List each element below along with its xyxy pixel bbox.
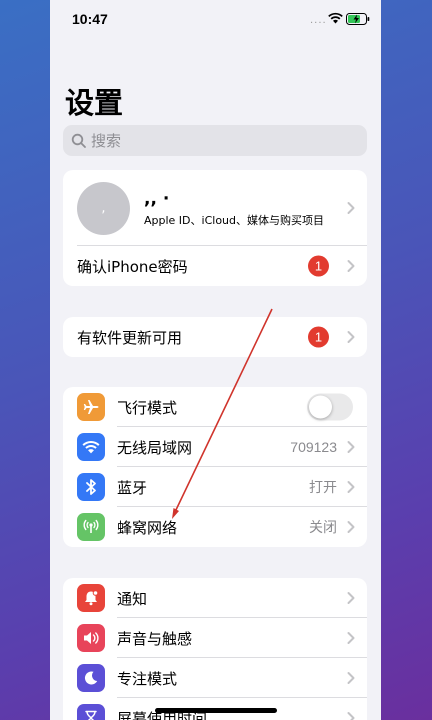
search-placeholder: 搜索	[91, 132, 122, 150]
chevron-right-icon	[347, 331, 355, 343]
account-group: , ,, · Apple ID、iCloud、媒体与购买项目 确认iPhone密…	[63, 170, 367, 286]
sounds-haptics-row[interactable]: 声音与触感	[63, 618, 367, 658]
wifi-icon	[77, 433, 105, 461]
wifi-label: 无线局域网	[117, 438, 193, 457]
search-input[interactable]: 搜索	[63, 125, 367, 156]
focus-row[interactable]: 专注模式	[63, 658, 367, 698]
airplane-mode-row[interactable]: 飞行模式	[63, 387, 367, 427]
chevron-right-icon	[347, 202, 355, 214]
cellular-icon	[77, 513, 105, 541]
wifi-row[interactable]: 无线局域网 709123	[63, 427, 367, 467]
bluetooth-row[interactable]: 蓝牙 打开	[63, 467, 367, 507]
home-indicator[interactable]	[155, 708, 277, 713]
avatar: ,	[77, 181, 130, 235]
airplane-icon	[77, 393, 105, 421]
moon-icon	[77, 664, 105, 692]
bell-icon	[77, 584, 105, 612]
sounds-haptics-label: 声音与触感	[117, 629, 193, 648]
chevron-right-icon	[347, 441, 355, 453]
cellular-row[interactable]: 蜂窝网络 关闭	[63, 507, 367, 547]
software-update-label: 有软件更新可用	[77, 328, 183, 347]
chevron-right-icon	[347, 521, 355, 533]
chevron-right-icon	[347, 632, 355, 644]
airplane-mode-label: 飞行模式	[117, 398, 178, 417]
notifications-row[interactable]: 通知	[63, 578, 367, 618]
wifi-value: 709123	[290, 439, 337, 455]
profile-subtitle: Apple ID、iCloud、媒体与购买项目	[144, 213, 325, 227]
chevron-right-icon	[347, 592, 355, 604]
speaker-icon	[77, 624, 105, 652]
chevron-right-icon	[347, 672, 355, 684]
chevron-right-icon	[347, 712, 355, 720]
notifications-group: 通知 声音与触感 专注模式 屏幕使用时间	[63, 578, 367, 720]
page-title: 设置	[65, 86, 124, 120]
cellular-value: 关闭	[309, 519, 337, 535]
search-icon	[71, 133, 86, 148]
bluetooth-label: 蓝牙	[117, 478, 148, 497]
confirm-iphone-password-row[interactable]: 确认iPhone密码 1	[63, 246, 367, 286]
cellular-label: 蜂窝网络	[117, 518, 178, 537]
bluetooth-value: 打开	[309, 479, 337, 495]
status-time: 10:47	[72, 11, 108, 27]
focus-label: 专注模式	[117, 669, 178, 688]
battery-charging-icon	[346, 13, 370, 25]
connectivity-group: 飞行模式 无线局域网 709123 蓝牙 打开 蜂窝网络 关闭	[63, 387, 367, 547]
avatar-text: ,	[101, 200, 106, 216]
bluetooth-icon	[77, 473, 105, 501]
confirm-password-label: 确认iPhone密码	[77, 257, 188, 276]
apple-id-row[interactable]: , ,, · Apple ID、iCloud、媒体与购买项目	[63, 170, 367, 246]
update-badge: 1	[308, 326, 329, 348]
signal-icon: ····	[310, 18, 327, 29]
hourglass-icon	[77, 704, 105, 720]
notification-badge: 1	[308, 255, 329, 277]
airplane-mode-toggle[interactable]	[307, 393, 353, 421]
toggle-knob	[309, 395, 332, 419]
software-update-group: 有软件更新可用 1	[63, 317, 367, 357]
settings-screen: 10:47 ···· 设置 搜索 , ,, · Apple ID、iCloud、…	[50, 0, 381, 720]
notifications-label: 通知	[117, 589, 148, 608]
chevron-right-icon	[347, 481, 355, 493]
profile-name: ,, ·	[144, 188, 170, 209]
software-update-row[interactable]: 有软件更新可用 1	[63, 317, 367, 357]
status-bar: 10:47 ····	[50, 0, 381, 40]
wifi-status-icon	[328, 12, 343, 24]
chevron-right-icon	[347, 260, 355, 272]
